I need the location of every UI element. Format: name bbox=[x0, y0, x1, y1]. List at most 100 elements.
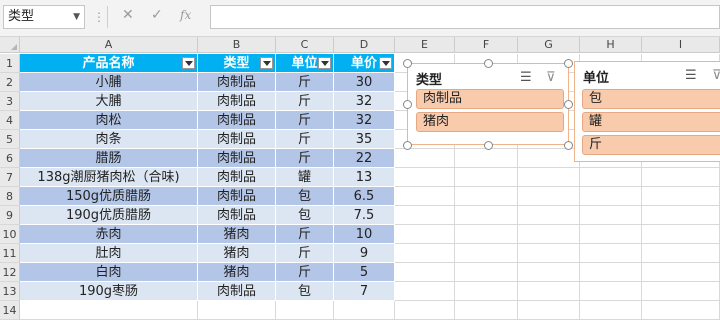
table-cell[interactable]: 肉制品 bbox=[198, 92, 276, 111]
empty-cell[interactable] bbox=[642, 225, 720, 244]
table-cell[interactable]: 斤 bbox=[276, 225, 334, 244]
empty-cell[interactable] bbox=[395, 206, 455, 225]
resize-handle[interactable] bbox=[564, 141, 573, 150]
row-header[interactable]: 12 bbox=[0, 263, 20, 282]
table-cell[interactable]: 22 bbox=[334, 149, 395, 168]
slicer-type-item[interactable]: 肉制品 bbox=[416, 89, 564, 109]
table-cell[interactable]: 190g枣肠 bbox=[20, 282, 198, 301]
table-cell[interactable]: 猪肉 bbox=[198, 263, 276, 282]
filter-dropdown-icon[interactable] bbox=[318, 57, 331, 69]
table-cell[interactable]: 肉制品 bbox=[198, 168, 276, 187]
column-header[interactable]: F bbox=[455, 37, 518, 53]
table-cell[interactable]: 肉松 bbox=[20, 111, 198, 130]
empty-cell[interactable] bbox=[642, 168, 720, 187]
table-cell[interactable]: 30 bbox=[334, 73, 395, 92]
filter-dropdown-icon[interactable] bbox=[182, 57, 195, 69]
table-cell[interactable]: 包 bbox=[276, 282, 334, 301]
resize-handle[interactable] bbox=[564, 59, 573, 68]
slicer-unit-item[interactable]: 罐 bbox=[582, 112, 720, 132]
empty-cell[interactable] bbox=[580, 244, 642, 263]
table-cell[interactable]: 7.5 bbox=[334, 206, 395, 225]
empty-cell[interactable] bbox=[642, 282, 720, 301]
empty-cell[interactable] bbox=[518, 206, 580, 225]
chevron-down-icon[interactable]: ▼ bbox=[73, 6, 80, 28]
empty-cell[interactable] bbox=[395, 149, 455, 168]
table-cell[interactable]: 斤 bbox=[276, 130, 334, 149]
table-cell[interactable]: 7 bbox=[334, 282, 395, 301]
empty-cell[interactable] bbox=[580, 263, 642, 282]
empty-cell[interactable] bbox=[642, 187, 720, 206]
slicer-unit[interactable]: 单位 ☰ ⊽ 包 罐 斤 bbox=[574, 61, 720, 162]
empty-cell[interactable] bbox=[455, 168, 518, 187]
table-cell[interactable]: 斤 bbox=[276, 92, 334, 111]
row-header[interactable]: 10 bbox=[0, 225, 20, 244]
insert-function-icon[interactable]: fx bbox=[180, 8, 191, 22]
column-header[interactable]: C bbox=[276, 37, 334, 53]
empty-cell[interactable] bbox=[642, 263, 720, 282]
row-header[interactable]: 11 bbox=[0, 244, 20, 263]
row-header[interactable]: 9 bbox=[0, 206, 20, 225]
resize-handle[interactable] bbox=[403, 141, 412, 150]
table-cell[interactable]: 猪肉 bbox=[198, 225, 276, 244]
clear-filter-icon[interactable]: ⊽ bbox=[712, 68, 720, 83]
table-cell[interactable]: 包 bbox=[276, 187, 334, 206]
table-cell[interactable]: 斤 bbox=[276, 263, 334, 282]
empty-cell[interactable] bbox=[580, 282, 642, 301]
resize-handle[interactable] bbox=[484, 141, 493, 150]
resize-handle[interactable] bbox=[484, 59, 493, 68]
column-header[interactable]: D bbox=[334, 37, 395, 53]
slicer-unit-item[interactable]: 斤 bbox=[582, 135, 720, 155]
table-cell[interactable]: 肚肉 bbox=[20, 244, 198, 263]
empty-cell[interactable] bbox=[642, 206, 720, 225]
table-cell[interactable]: 包 bbox=[276, 206, 334, 225]
table-cell[interactable]: 5 bbox=[334, 263, 395, 282]
multi-select-icon[interactable]: ☰ bbox=[685, 68, 697, 83]
resize-handle[interactable] bbox=[403, 59, 412, 68]
empty-cell[interactable] bbox=[518, 149, 580, 168]
table-cell[interactable]: 小脯 bbox=[20, 73, 198, 92]
table-cell[interactable]: 肉制品 bbox=[198, 282, 276, 301]
table-cell[interactable]: 6.5 bbox=[334, 187, 395, 206]
empty-cell[interactable] bbox=[518, 282, 580, 301]
empty-cell[interactable] bbox=[455, 149, 518, 168]
empty-cell[interactable] bbox=[455, 244, 518, 263]
table-cell[interactable]: 大脯 bbox=[20, 92, 198, 111]
row-header[interactable]: 13 bbox=[0, 282, 20, 301]
empty-cell[interactable] bbox=[455, 206, 518, 225]
empty-cell[interactable] bbox=[455, 301, 518, 320]
table-cell[interactable]: 斤 bbox=[276, 244, 334, 263]
slicer-type[interactable]: 类型 ☰ ⊽ 肉制品 猪肉 bbox=[407, 63, 569, 145]
row-header[interactable]: 14 bbox=[0, 301, 20, 320]
column-header[interactable]: H bbox=[580, 37, 642, 53]
enter-icon[interactable]: ✓ bbox=[151, 7, 163, 23]
empty-cell[interactable] bbox=[580, 206, 642, 225]
column-header[interactable]: B bbox=[198, 37, 276, 53]
empty-cell[interactable] bbox=[395, 225, 455, 244]
table-cell[interactable]: 猪肉 bbox=[198, 244, 276, 263]
table-cell[interactable]: 肉制品 bbox=[198, 206, 276, 225]
resize-handle[interactable] bbox=[403, 100, 412, 109]
empty-cell[interactable] bbox=[518, 225, 580, 244]
empty-cell[interactable] bbox=[198, 301, 276, 320]
empty-cell[interactable] bbox=[580, 225, 642, 244]
empty-cell[interactable] bbox=[518, 187, 580, 206]
table-cell[interactable]: 罐 bbox=[276, 168, 334, 187]
empty-cell[interactable] bbox=[580, 301, 642, 320]
row-header[interactable]: 5 bbox=[0, 130, 20, 149]
empty-cell[interactable] bbox=[334, 301, 395, 320]
column-header[interactable]: G bbox=[518, 37, 580, 53]
row-header[interactable]: 7 bbox=[0, 168, 20, 187]
row-header[interactable]: 4 bbox=[0, 111, 20, 130]
table-cell[interactable]: 斤 bbox=[276, 149, 334, 168]
table-cell[interactable]: 32 bbox=[334, 111, 395, 130]
table-cell[interactable]: 32 bbox=[334, 92, 395, 111]
table-cell[interactable]: 肉制品 bbox=[198, 149, 276, 168]
empty-cell[interactable] bbox=[455, 187, 518, 206]
table-cell[interactable]: 肉制品 bbox=[198, 73, 276, 92]
table-header-cell[interactable]: 单位 bbox=[276, 54, 334, 73]
table-cell[interactable]: 10 bbox=[334, 225, 395, 244]
table-header-cell[interactable]: 单价 bbox=[334, 54, 395, 73]
column-header[interactable]: E bbox=[395, 37, 455, 53]
empty-cell[interactable] bbox=[518, 168, 580, 187]
select-all-corner[interactable] bbox=[0, 37, 20, 53]
